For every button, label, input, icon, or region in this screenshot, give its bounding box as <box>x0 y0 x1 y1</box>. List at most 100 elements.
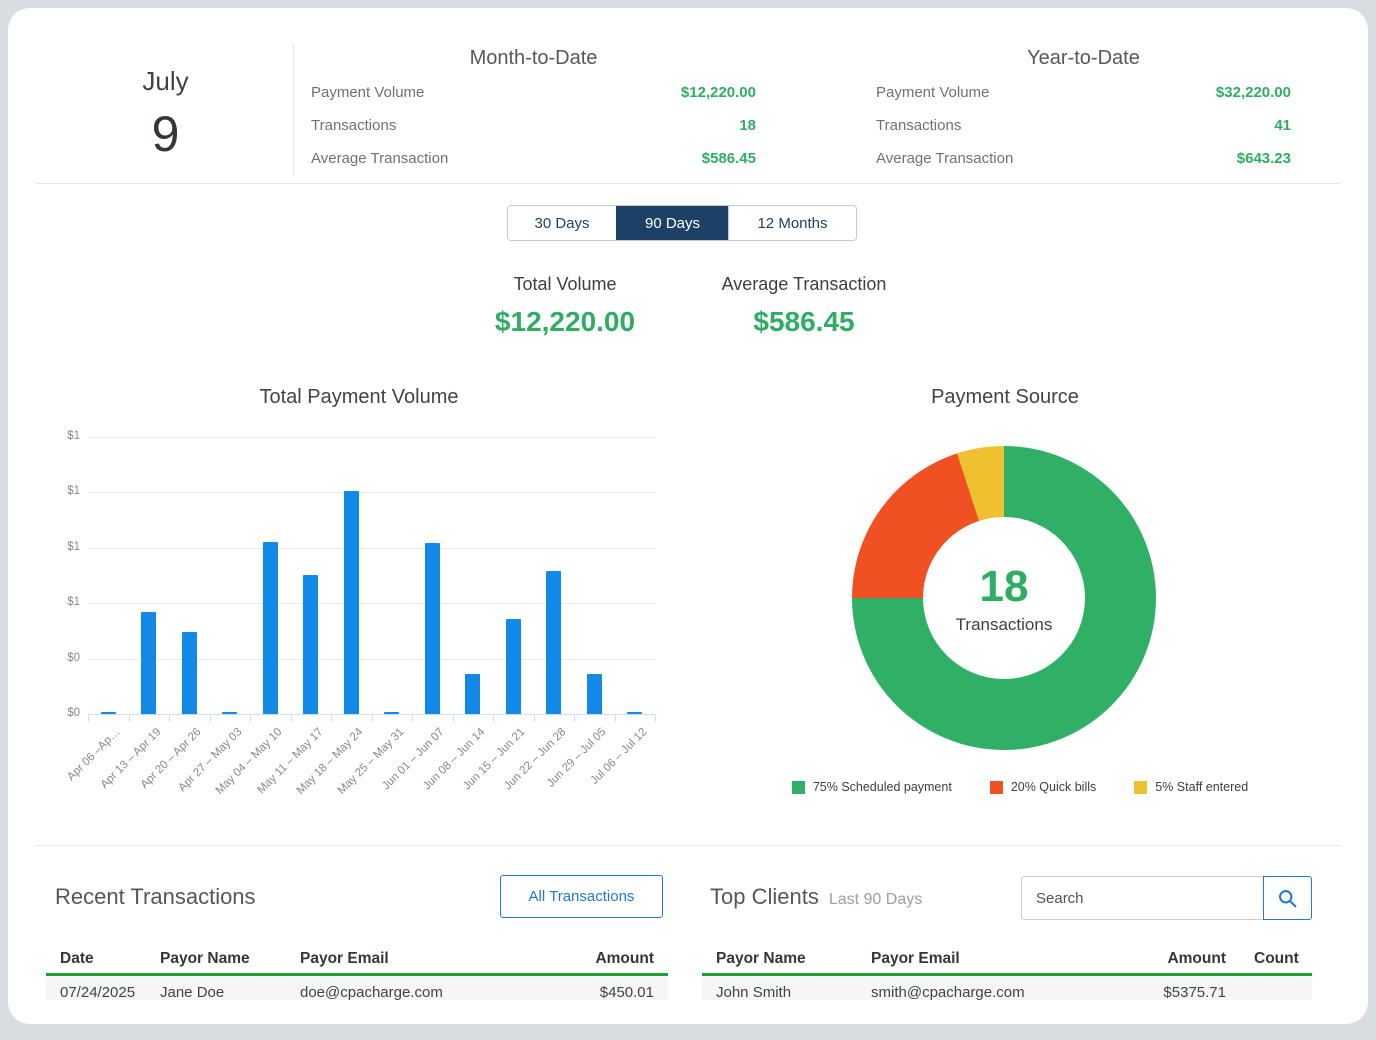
current-date: July 9 <box>68 66 263 163</box>
section-divider <box>36 845 1340 846</box>
x-axis-tick <box>372 714 373 722</box>
total-volume-summary: Total Volume $12,220.00 <box>465 274 665 338</box>
donut-center-label: Transactions <box>956 615 1053 635</box>
x-axis-tick <box>210 714 211 722</box>
header-divider <box>36 183 1340 184</box>
donut-transaction-count: 18 <box>980 562 1029 612</box>
y-axis-tick-label: $1 <box>67 596 80 608</box>
y-axis-tick-label: $0 <box>67 652 80 664</box>
column-header-date: Date <box>46 946 146 973</box>
column-header-amount: Amount <box>1122 946 1240 973</box>
column-header-count: Count <box>1240 946 1312 973</box>
bar <box>425 543 440 714</box>
top-clients-search <box>1021 876 1312 920</box>
x-axis-tick <box>331 714 332 722</box>
average-transaction-label: Average Transaction <box>679 274 929 295</box>
stat-label: Average Transaction <box>311 150 448 167</box>
bar <box>506 619 521 714</box>
legend-item: 5% Staff entered <box>1134 780 1248 794</box>
all-transactions-button[interactable]: All Transactions <box>500 875 663 918</box>
bar <box>546 571 561 714</box>
bar <box>384 712 399 715</box>
bar-chart-title: Total Payment Volume <box>159 386 559 409</box>
average-transaction-value: $586.45 <box>679 306 929 338</box>
table-row[interactable]: John Smith smith@cpacharge.com $5375.71 <box>702 976 1312 1000</box>
ytd-title: Year-to-Date <box>876 47 1291 70</box>
stat-label: Payment Volume <box>311 84 424 101</box>
bar-chart-y-axis: $1$1$1$1$0$0 <box>38 437 80 714</box>
bar-chart-plot: Apr 06 –Ap…Apr 13 – Apr 19Apr 20 – Apr 2… <box>88 437 655 714</box>
x-axis-tick <box>250 714 251 722</box>
table-row[interactable]: 07/24/2025 Jane Doe doe@cpacharge.com $4… <box>46 976 668 1000</box>
bar <box>101 712 116 715</box>
gridline <box>88 548 655 549</box>
stat-label: Payment Volume <box>876 84 989 101</box>
top-clients-title: Top Clients Last 90 Days <box>710 884 922 910</box>
x-axis-tick <box>88 714 89 722</box>
search-input[interactable] <box>1021 876 1263 920</box>
x-axis-tick <box>129 714 130 722</box>
tab-90-days[interactable]: 90 Days <box>616 206 728 240</box>
legend-label: 75% Scheduled payment <box>813 780 952 794</box>
y-axis-tick-label: $0 <box>67 707 80 719</box>
legend-item: 20% Quick bills <box>990 780 1096 794</box>
donut-center: 18 Transactions <box>923 517 1085 679</box>
stat-value: $643.23 <box>1237 150 1291 167</box>
cell-payor-email: smith@cpacharge.com <box>857 976 1122 1000</box>
mtd-title: Month-to-Date <box>311 47 756 70</box>
x-axis-tick <box>574 714 575 722</box>
bar <box>141 612 156 714</box>
average-transaction-summary: Average Transaction $586.45 <box>679 274 929 338</box>
legend-item: 75% Scheduled payment <box>792 780 952 794</box>
bar <box>344 491 359 714</box>
gridline <box>88 492 655 493</box>
column-header-payor-name: Payor Name <box>702 946 857 973</box>
cell-amount: $450.01 <box>506 976 668 1000</box>
bar <box>222 712 237 715</box>
y-axis-tick-label: $1 <box>67 541 80 553</box>
top-clients-title-text: Top Clients <box>710 884 819 909</box>
x-axis-tick <box>615 714 616 722</box>
gridline <box>88 659 655 660</box>
legend-swatch-icon <box>990 781 1003 794</box>
stat-row: Average Transaction $643.23 <box>876 147 1291 169</box>
gridline <box>88 603 655 604</box>
search-button[interactable] <box>1263 876 1312 920</box>
stat-row: Average Transaction $586.45 <box>311 147 756 169</box>
x-axis-tick <box>493 714 494 722</box>
tab-30-days[interactable]: 30 Days <box>508 206 616 240</box>
table-body-clip: John Smith smith@cpacharge.com $5375.71 <box>702 976 1312 1000</box>
month-to-date-stats: Month-to-Date Payment Volume $12,220.00 … <box>311 47 756 169</box>
cell-payor-email: doe@cpacharge.com <box>286 976 506 1000</box>
date-range-tabs: 30 Days 90 Days 12 Months <box>507 205 857 241</box>
donut-chart-title: Payment Source <box>805 386 1205 409</box>
bar <box>465 674 480 714</box>
x-axis-tick <box>169 714 170 722</box>
total-volume-value: $12,220.00 <box>465 306 665 338</box>
stat-label: Transactions <box>311 117 396 134</box>
cell-amount: $5375.71 <box>1122 976 1240 1000</box>
donut-legend: 75% Scheduled payment 20% Quick bills 5% S… <box>700 780 1340 794</box>
stat-row: Transactions 18 <box>311 114 756 136</box>
x-axis-tick <box>534 714 535 722</box>
search-icon <box>1277 888 1298 909</box>
stat-value: $32,220.00 <box>1216 84 1291 101</box>
bar <box>303 575 318 714</box>
table-header-row: Date Payor Name Payor Email Amount <box>46 946 668 976</box>
x-axis-tick <box>412 714 413 722</box>
stat-value: 41 <box>1274 117 1291 134</box>
year-to-date-stats: Year-to-Date Payment Volume $32,220.00 T… <box>876 47 1291 169</box>
x-axis-tick <box>655 714 656 722</box>
dashboard-card: July 9 Month-to-Date Payment Volume $12,… <box>8 8 1368 1024</box>
tab-12-months[interactable]: 12 Months <box>728 206 856 240</box>
stat-row: Payment Volume $12,220.00 <box>311 81 756 103</box>
bar <box>182 632 197 714</box>
legend-swatch-icon <box>1134 781 1147 794</box>
stat-row: Payment Volume $32,220.00 <box>876 81 1291 103</box>
bar <box>263 542 278 714</box>
top-clients-subtitle: Last 90 Days <box>829 891 922 908</box>
cell-count <box>1240 976 1312 1000</box>
x-axis-tick <box>453 714 454 722</box>
stat-value: $12,220.00 <box>681 84 756 101</box>
gridline <box>88 437 655 438</box>
